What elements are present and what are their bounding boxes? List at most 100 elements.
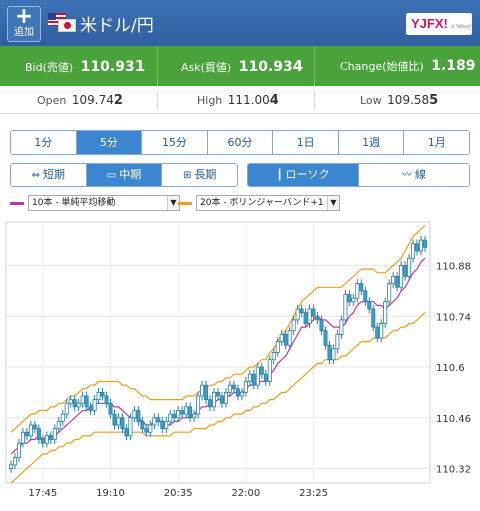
- indicator-1-select[interactable]: 10本 - 単純平均移動 ▼: [28, 195, 180, 211]
- candle-body: [363, 290, 368, 303]
- candle-body: [188, 406, 193, 419]
- range-buttons: ⇔ 短期 ▭ 中期 ⊞ 長期: [10, 163, 238, 187]
- y-tick-label: 110.32: [436, 465, 471, 476]
- candle-body: [227, 384, 232, 393]
- ask-label: Ask(買値): [181, 61, 232, 74]
- candle-body: [247, 373, 252, 382]
- currency-pair-title: 米ドル/円: [80, 16, 154, 36]
- add-button[interactable]: + 追加: [7, 6, 41, 42]
- candle-body: [403, 265, 408, 277]
- band-color-swatch: [178, 202, 192, 205]
- candle-body: [48, 435, 53, 440]
- ma-color-swatch: [10, 202, 24, 205]
- candle-body: [196, 395, 201, 415]
- high-quote: High 111.004: [197, 86, 279, 114]
- candle-body: [40, 439, 45, 444]
- candle-body: [387, 283, 392, 303]
- candle-body: [44, 435, 49, 444]
- tab-5min[interactable]: 5分: [76, 131, 143, 154]
- candle-body: [327, 344, 332, 361]
- candle-body: [56, 420, 61, 430]
- candle-body: [156, 417, 161, 422]
- candle-body: [303, 312, 308, 324]
- short-range-icon: ⇔: [31, 170, 41, 181]
- candle-body: [347, 294, 352, 303]
- candle-body: [391, 275, 396, 285]
- candle-body: [108, 402, 113, 415]
- candle-body: [367, 301, 372, 310]
- quote-bar: Bid(売値) 110.931 Ask(買値) 110.934 Change(始…: [0, 46, 480, 86]
- ask-quote: Ask(買値) 110.934: [181, 46, 303, 86]
- short-range-button[interactable]: ⇔ 短期: [11, 164, 87, 186]
- candle-body: [200, 384, 205, 397]
- plus-icon: +: [14, 4, 34, 29]
- candle-body: [415, 243, 420, 252]
- line-chart-button[interactable]: 〰線: [359, 164, 469, 186]
- timeframe-tabs: 1分 5分 15分 60分 1日 1週 1月: [10, 130, 470, 155]
- candle-body: [383, 301, 388, 324]
- candle-body: [243, 381, 248, 393]
- candle-body: [160, 420, 165, 430]
- candle-body: [172, 413, 177, 419]
- candle-body: [96, 391, 101, 401]
- change-value: 1.189: [431, 58, 476, 74]
- price-chart[interactable]: 110.32 110.46 110.6 110.74 110.88 17:45 19:10 2…: [5, 221, 475, 505]
- candle-body: [148, 424, 153, 433]
- candle-body: [359, 283, 364, 292]
- candle-body: [219, 395, 224, 404]
- candle-body: [395, 275, 400, 288]
- tab-1week[interactable]: 1週: [338, 131, 405, 154]
- candle-body: [104, 395, 109, 404]
- tab-1day[interactable]: 1日: [273, 131, 339, 154]
- open-label: Open: [37, 94, 67, 107]
- long-range-button[interactable]: ⊞ 長期: [162, 164, 237, 186]
- candle-body: [375, 326, 380, 339]
- open-value: 109.742: [71, 93, 123, 108]
- candle-body: [287, 330, 292, 346]
- candle-body: [263, 373, 268, 382]
- ohl-bar: Open 109.742 High 111.004 Low 109.585: [0, 86, 480, 114]
- tab-1min[interactable]: 1分: [11, 131, 77, 154]
- candle-body: [32, 424, 37, 430]
- candle-body: [12, 457, 17, 466]
- candle-body: [311, 308, 316, 317]
- candlestick-button[interactable]: ┃ ローソク: [248, 164, 359, 186]
- candle-body: [239, 391, 244, 397]
- candle-body: [339, 319, 344, 335]
- high-label: High: [197, 94, 223, 107]
- candle-body: [259, 366, 264, 375]
- candle-body: [283, 333, 288, 346]
- candle-body: [411, 243, 416, 259]
- bid-quote: Bid(売値) 110.931: [25, 46, 145, 86]
- candle-body: [379, 323, 384, 339]
- candle-body: [100, 391, 105, 397]
- candle-body: [184, 406, 189, 415]
- y-tick-label: 110.88: [436, 262, 471, 273]
- tab-15min[interactable]: 15分: [142, 131, 208, 154]
- candle-body: [331, 348, 336, 361]
- candle-body: [255, 366, 260, 386]
- candle-body: [152, 417, 157, 426]
- indicator-2-select[interactable]: 20本 - ボリンジャーバンド+1 ▼: [196, 195, 340, 211]
- y-tick-label: 110.74: [436, 312, 471, 323]
- ask-value: 110.934: [238, 57, 304, 75]
- candle-body: [76, 402, 81, 408]
- candle-body: [371, 308, 376, 328]
- y-tick-label: 110.46: [436, 414, 471, 425]
- candle-body: [223, 391, 228, 404]
- candle-body: [84, 395, 89, 408]
- candle-body: [168, 413, 173, 422]
- app-header: + 追加 米ドル/円 YJFX! a Yahoo! company: [0, 0, 480, 55]
- candle-body: [319, 319, 324, 332]
- mid-range-button[interactable]: ▭ 中期: [86, 164, 163, 186]
- candle-body: [307, 308, 312, 324]
- candle-body: [8, 464, 13, 469]
- candle-body: [16, 442, 21, 459]
- candle-body: [399, 265, 404, 288]
- bid-value: 110.931: [80, 57, 146, 75]
- candle-body: [20, 431, 25, 444]
- candle-body: [112, 413, 117, 426]
- tab-60min[interactable]: 60分: [207, 131, 274, 154]
- tab-1month[interactable]: 1月: [404, 131, 469, 154]
- candle-body: [164, 420, 169, 430]
